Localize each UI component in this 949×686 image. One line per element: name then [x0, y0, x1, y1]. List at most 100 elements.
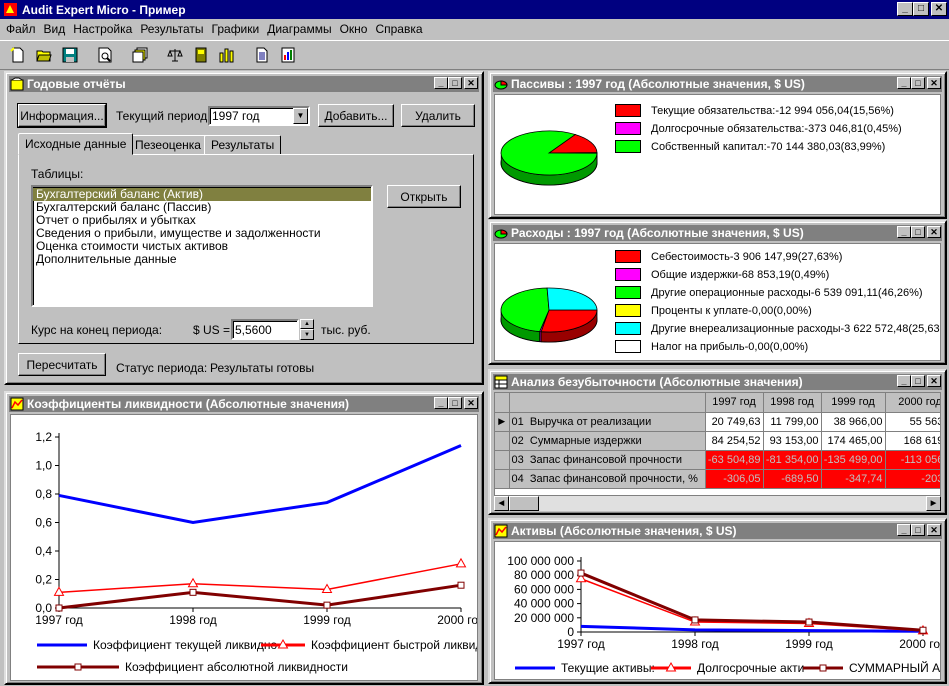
menu-settings[interactable]: Настройка — [73, 22, 132, 36]
table-cell[interactable]: -113 056,0 — [885, 450, 940, 470]
maximize-button[interactable]: □ — [913, 2, 929, 16]
table-cell[interactable]: -347,74 — [821, 469, 886, 489]
expenses-chart-area: Себестоимость-3 906 147,99(27,63%) Общие… — [494, 243, 941, 361]
table-cell[interactable]: 93 153,00 — [763, 431, 822, 451]
minimize-button[interactable]: _ — [434, 77, 448, 89]
open-icon[interactable] — [32, 44, 55, 67]
row-pointer-icon: ▶ — [495, 412, 510, 432]
y-tick-label: 1,0 — [35, 459, 52, 473]
legend-swatch — [615, 268, 641, 281]
close-button[interactable]: ✕ — [927, 375, 941, 387]
table-row[interactable]: 02 Суммарные издержки 84 254,52 93 153,0… — [495, 431, 940, 451]
save-icon[interactable] — [58, 44, 81, 67]
rate-stepper[interactable]: ▲ ▼ — [300, 319, 314, 340]
minimize-button[interactable]: _ — [897, 2, 913, 16]
maximize-button[interactable]: □ — [448, 397, 462, 409]
delete-button[interactable]: Удалить — [401, 104, 475, 127]
chevron-down-icon[interactable]: ▼ — [293, 108, 308, 124]
close-button[interactable]: ✕ — [927, 77, 941, 89]
row-pointer — [495, 469, 510, 489]
maximize-button[interactable]: □ — [911, 375, 925, 387]
y-tick-label: 0,6 — [35, 516, 52, 530]
table-cell[interactable]: -63 504,89 — [705, 450, 764, 470]
x-tick-label: 2000 год — [437, 613, 477, 627]
table-cell[interactable]: -689,50 — [763, 469, 822, 489]
table-cell[interactable]: -203,4 — [885, 469, 940, 489]
table-cell[interactable]: 55 563,0 — [885, 412, 940, 432]
menu-help[interactable]: Справка — [375, 22, 422, 36]
table-cell[interactable]: 168 619,0 — [885, 431, 940, 451]
close-button[interactable]: ✕ — [927, 524, 941, 536]
page-icon[interactable] — [250, 44, 273, 67]
minimize-button[interactable]: _ — [897, 77, 911, 89]
expenses-window: Расходы : 1997 год (Абсолютные значения,… — [488, 220, 947, 365]
info-button[interactable]: Информация... — [17, 103, 107, 128]
book-icon[interactable] — [189, 44, 212, 67]
row-name: Запас финансовой прочности — [529, 453, 683, 466]
minimize-button[interactable]: _ — [897, 524, 911, 536]
legend-label: Коэффициент абсолютной ликвидности — [125, 660, 348, 674]
menu-diagrams[interactable]: Диаграммы — [267, 22, 331, 36]
period-select[interactable]: 1997 год ▼ — [208, 106, 310, 126]
legend-swatch — [615, 340, 641, 353]
minimize-button[interactable]: _ — [897, 226, 911, 238]
close-button[interactable]: ✕ — [464, 397, 478, 409]
app-icon — [4, 3, 17, 16]
menu-results[interactable]: Результаты — [140, 22, 203, 36]
horizontal-scrollbar[interactable]: ◀ ▶ — [494, 496, 941, 511]
table-cell[interactable]: 174 465,00 — [821, 431, 886, 451]
balance-icon[interactable] — [163, 44, 186, 67]
chevron-up-icon[interactable]: ▲ — [300, 319, 314, 329]
maximize-button[interactable]: □ — [911, 524, 925, 536]
recalc-button[interactable]: Пересчитать — [18, 353, 106, 376]
table-cell[interactable]: 20 749,63 — [705, 412, 764, 432]
menu-file[interactable]: Файл — [6, 22, 36, 36]
minimize-button[interactable]: _ — [897, 375, 911, 387]
chevron-down-icon[interactable]: ▼ — [300, 329, 314, 340]
list-item[interactable]: Дополнительные данные — [33, 253, 371, 266]
menu-graphs[interactable]: Графики — [212, 22, 260, 36]
tab-panel: Таблицы: Бухгалтерский баланс (Актив) Бу… — [18, 154, 474, 344]
table-cell[interactable]: -81 354,00 — [763, 450, 822, 470]
scroll-thumb[interactable] — [509, 496, 539, 511]
stack-icon[interactable] — [128, 44, 151, 67]
annual-reports-titlebar: Годовые отчёты _ □ ✕ — [9, 76, 479, 92]
legend-label: Себестоимость-3 906 147,99(27,63%) — [651, 250, 843, 263]
legend-marker — [819, 664, 827, 672]
menu-window[interactable]: Окно — [340, 22, 368, 36]
add-button[interactable]: Добавить... — [318, 104, 394, 127]
table-row[interactable]: 03 Запас финансовой прочности -63 504,89… — [495, 450, 940, 470]
maximize-button[interactable]: □ — [448, 77, 462, 89]
table-row[interactable]: 04 Запас финансовой прочности, % -306,05… — [495, 469, 940, 489]
tab-revaluation[interactable]: Пезеоценка — [128, 135, 208, 155]
scroll-left-icon[interactable]: ◀ — [494, 496, 509, 511]
maximize-button[interactable]: □ — [911, 77, 925, 89]
tab-source-data[interactable]: Исходные данные — [18, 133, 134, 155]
maximize-button[interactable]: □ — [911, 226, 925, 238]
table-cell[interactable]: -135 499,00 — [821, 450, 886, 470]
scroll-right-icon[interactable]: ▶ — [926, 496, 941, 511]
close-button[interactable]: ✕ — [927, 226, 941, 238]
table-icon — [494, 375, 508, 389]
menu-view[interactable]: Вид — [44, 22, 66, 36]
legend-swatch — [615, 250, 641, 263]
breakeven-title: Анализ безубыточности (Абсолютные значен… — [511, 375, 803, 389]
table-cell[interactable]: 84 254,52 — [705, 431, 764, 451]
close-button[interactable]: ✕ — [931, 2, 947, 16]
report-icon[interactable] — [276, 44, 299, 67]
table-cell[interactable]: -306,05 — [705, 469, 764, 489]
passives-title: Пассивы : 1997 год (Абсолютные значения,… — [511, 77, 805, 91]
tables-list[interactable]: Бухгалтерский баланс (Актив) Бухгалтерск… — [31, 185, 373, 307]
new-icon[interactable] — [6, 44, 29, 67]
preview-icon[interactable] — [93, 44, 116, 67]
annual-reports-title: Годовые отчёты — [27, 77, 126, 91]
close-button[interactable]: ✕ — [464, 77, 478, 89]
open-button[interactable]: Открыть — [387, 185, 461, 208]
tab-results[interactable]: Результаты — [204, 135, 282, 155]
table-cell[interactable]: 38 966,00 — [821, 412, 886, 432]
table-cell[interactable]: 11 799,00 — [763, 412, 822, 432]
calc-icon[interactable] — [215, 44, 238, 67]
minimize-button[interactable]: _ — [434, 397, 448, 409]
rate-input[interactable]: 5,5600 — [231, 319, 299, 340]
table-row[interactable]: ▶ 01 Выручка от реализации 20 749,63 11 … — [495, 412, 940, 432]
